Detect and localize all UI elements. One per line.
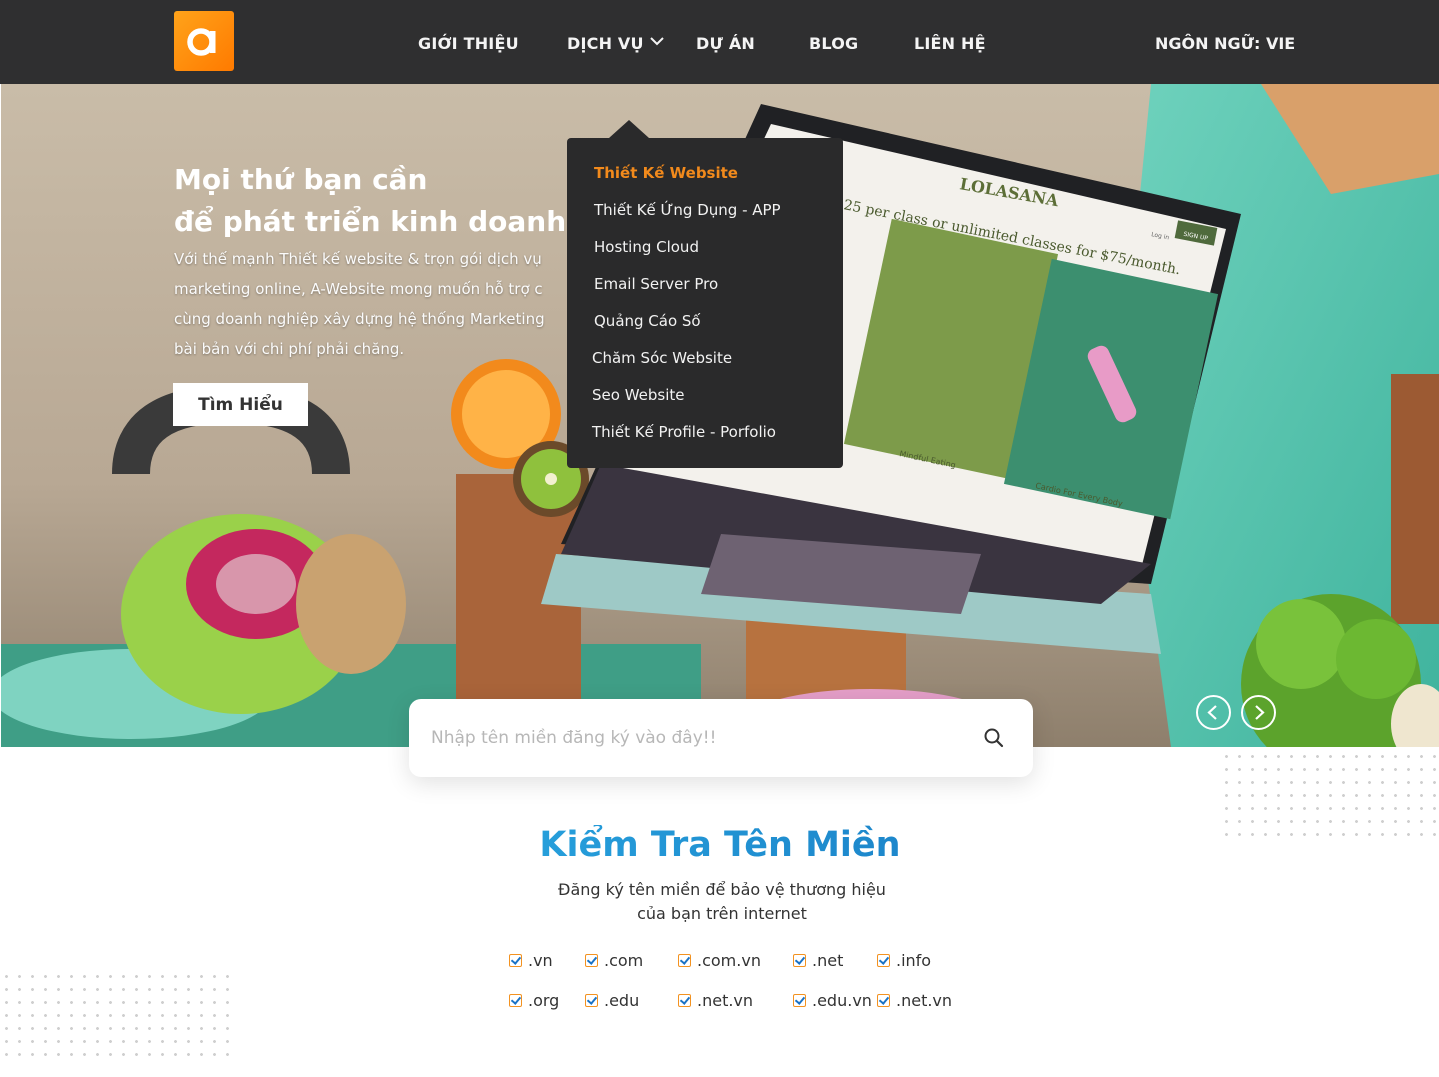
checkbox-checked-icon[interactable] [678, 954, 691, 967]
hero-text-line: Với thế mạnh Thiết kế website & trọn gói… [174, 250, 542, 268]
dropdown-item-hosting-cloud[interactable]: Hosting Cloud [594, 238, 699, 256]
dropdown-item-thiet-ke-ung-dung[interactable]: Thiết Kế Ứng Dụng - APP [594, 201, 781, 219]
checkbox-checked-icon[interactable] [793, 954, 806, 967]
dropdown-item-email-server[interactable]: Email Server Pro [594, 275, 718, 293]
tld-checkbox-com[interactable]: .com [585, 951, 643, 970]
dropdown-item-cham-soc-website[interactable]: Chăm Sóc Website [592, 349, 732, 367]
decorative-dots [0, 970, 232, 1065]
dropdown-item-quang-cao-so[interactable]: Quảng Cáo Số [594, 312, 701, 330]
a-letter-logo-icon [187, 28, 216, 56]
hero-text-line: marketing online, A-Website mong muốn hỗ… [174, 280, 543, 298]
site-header: GIỚI THIỆU DỊCH VỤ DỰ ÁN BLOG LIÊN HỆ NG… [0, 0, 1439, 84]
search-icon[interactable] [983, 727, 1005, 749]
domain-search-box [409, 699, 1033, 777]
nav-lien-he[interactable]: LIÊN HỆ [914, 34, 986, 53]
checkbox-checked-icon[interactable] [678, 994, 691, 1007]
hero-text-line: cùng doanh nghiệp xây dựng hệ thống Mark… [174, 310, 545, 328]
tld-checkbox-edu-vn[interactable]: .edu.vn [793, 991, 872, 1010]
checkbox-checked-icon[interactable] [877, 994, 890, 1007]
tld-label: .net [812, 951, 844, 970]
dropdown-item-seo-website[interactable]: Seo Website [592, 386, 685, 404]
tld-label: .com.vn [697, 951, 761, 970]
nav-du-an[interactable]: DỰ ÁN [696, 34, 755, 53]
subtitle-line-1: Đăng ký tên miền để bảo vệ thương hiệu [558, 880, 886, 899]
decorative-dots [1220, 750, 1439, 838]
slider-prev-button[interactable] [1196, 695, 1231, 730]
subtitle-line-2: của bạn trên internet [637, 904, 807, 923]
tld-checkbox-org[interactable]: .org [509, 991, 559, 1010]
tld-checkbox-net-vn[interactable]: .net.vn [678, 991, 753, 1010]
checkbox-checked-icon[interactable] [585, 994, 598, 1007]
nav-dich-vu[interactable]: DỊCH VỤ [567, 34, 644, 53]
tld-checkbox-net-vn-2[interactable]: .net.vn [877, 991, 952, 1010]
chevron-right-icon [1255, 705, 1265, 720]
language-selector[interactable]: NGÔN NGỮ: VIE [1155, 34, 1295, 53]
services-dropdown: Thiết Kế Website Thiết Kế Ứng Dụng - APP… [567, 120, 843, 468]
checkbox-checked-icon[interactable] [509, 994, 522, 1007]
domain-check-subtitle: Đăng ký tên miền để bảo vệ thương hiệu c… [520, 878, 924, 926]
tld-checkbox-net[interactable]: .net [793, 951, 843, 970]
checkbox-checked-icon[interactable] [877, 954, 890, 967]
dropdown-item-thiet-ke-profile[interactable]: Thiết Kế Profile - Porfolio [592, 423, 776, 441]
tld-label: .edu [604, 991, 640, 1010]
chevron-left-icon [1207, 705, 1217, 720]
slider-next-button[interactable] [1241, 695, 1276, 730]
tld-label: .org [528, 991, 560, 1010]
tld-checkbox-com-vn[interactable]: .com.vn [678, 951, 761, 970]
chevron-down-icon[interactable] [650, 36, 664, 46]
checkbox-checked-icon[interactable] [793, 994, 806, 1007]
checkbox-checked-icon[interactable] [585, 954, 598, 967]
tld-label: .net.vn [896, 991, 953, 1010]
hero-title-line-1: Mọi thứ bạn cần [174, 163, 428, 196]
domain-check-title: Kiểm Tra Tên Miền [420, 825, 1020, 865]
tld-checkbox-info[interactable]: .info [877, 951, 931, 970]
domain-search-input[interactable] [431, 721, 971, 755]
nav-blog[interactable]: BLOG [809, 34, 858, 53]
hero-title: Mọi thứ bạn cần để phát triển kinh doanh [174, 159, 594, 243]
tld-label: .info [896, 951, 932, 970]
nav-gioi-thieu[interactable]: GIỚI THIỆU [418, 34, 519, 53]
hero-description: Với thế mạnh Thiết kế website & trọn gói… [174, 244, 594, 364]
tld-label: .net.vn [697, 991, 754, 1010]
tld-checkbox-vn[interactable]: .vn [509, 951, 553, 970]
logo[interactable] [174, 11, 234, 71]
tld-label: .com [604, 951, 644, 970]
checkbox-checked-icon[interactable] [509, 954, 522, 967]
learn-more-button[interactable]: Tìm Hiểu [173, 383, 308, 426]
tld-checkbox-edu[interactable]: .edu [585, 991, 639, 1010]
hero-text-line: bài bản với chi phí phải chăng. [174, 340, 405, 358]
tld-label: .edu.vn [812, 991, 872, 1010]
dropdown-item-thiet-ke-website[interactable]: Thiết Kế Website [594, 164, 738, 182]
hero-title-line-2: để phát triển kinh doanh [174, 205, 567, 238]
tld-label: .vn [528, 951, 553, 970]
